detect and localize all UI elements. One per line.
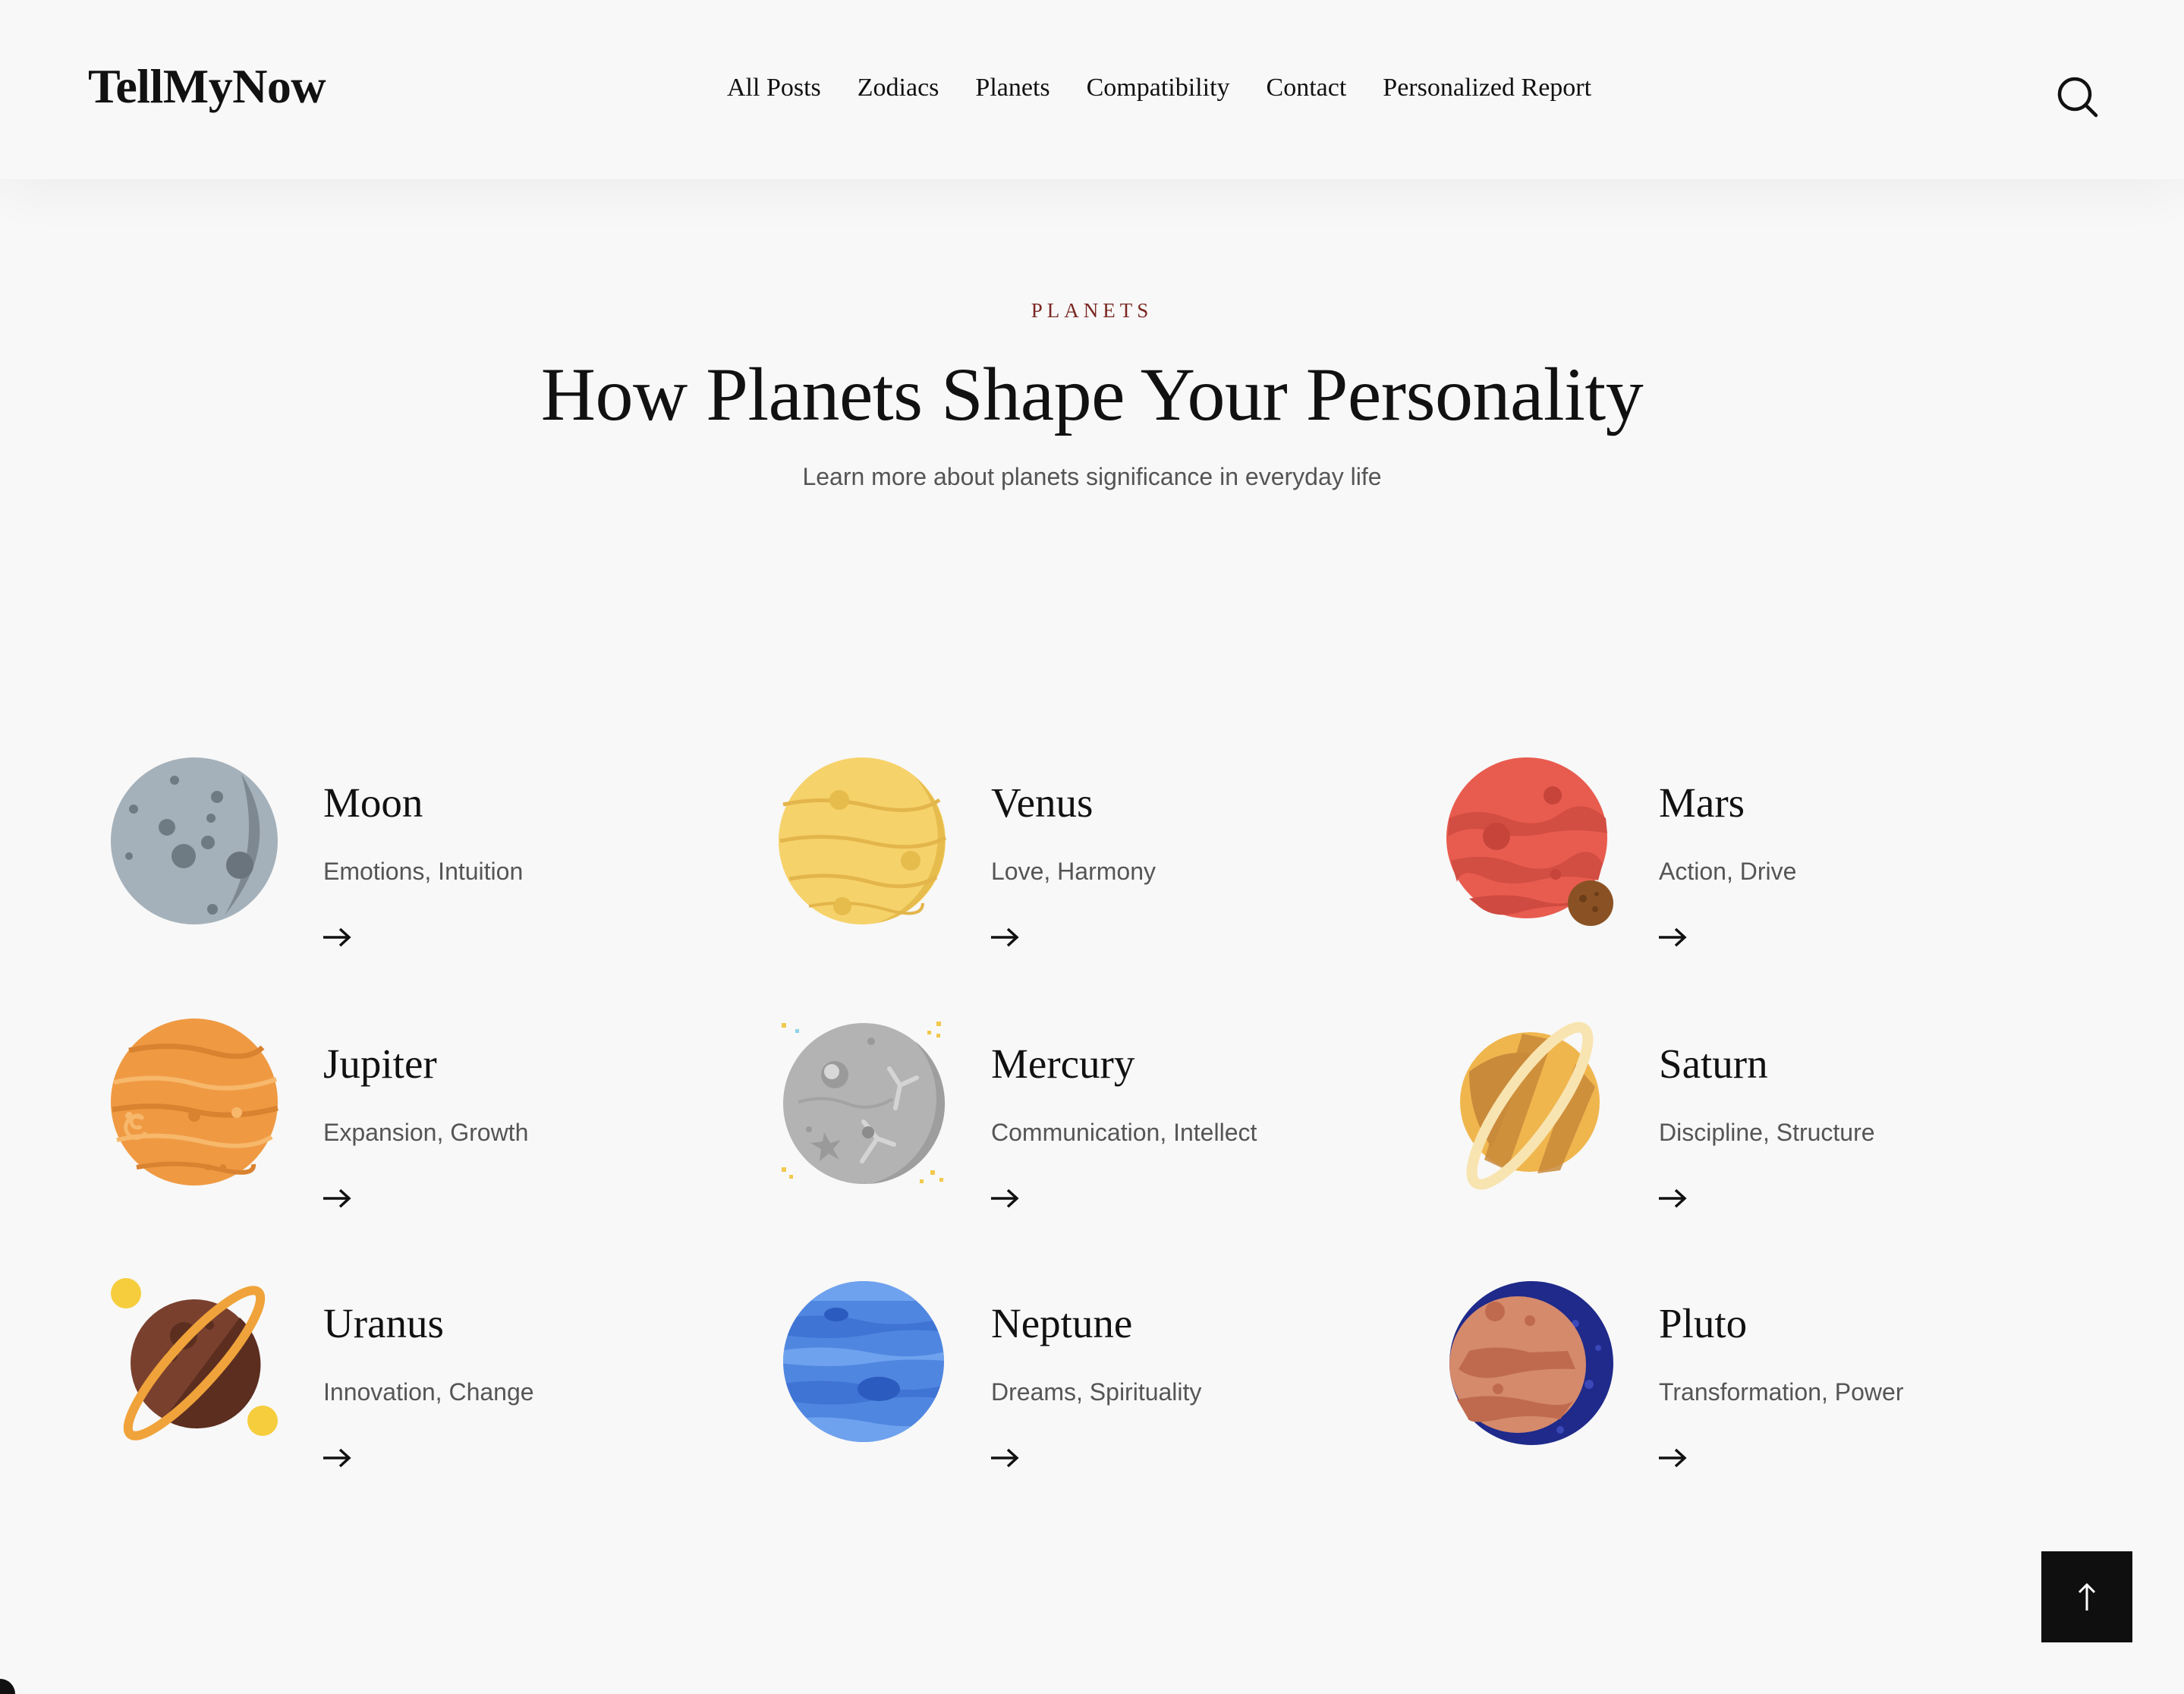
planet-name: Mercury <box>991 1041 1135 1087</box>
planet-traits: Action, Drive <box>1659 858 1797 885</box>
planet-name: Venus <box>991 779 1094 826</box>
planet-traits: Discipline, Structure <box>1659 1119 1875 1146</box>
planet-card-saturn: Saturn Discipline, Structure <box>1446 1019 2069 1246</box>
planet-card-mercury: Mercury Communication, Intellect <box>779 1019 1401 1246</box>
planet-name: Moon <box>323 779 423 826</box>
neptune-icon <box>779 1278 953 1453</box>
mercury-icon <box>779 1019 953 1193</box>
pluto-icon <box>1446 1278 1621 1453</box>
planet-card-neptune: Neptune Dreams, Spirituality <box>779 1278 1401 1506</box>
planet-card-mars: Mars Action, Drive <box>1446 757 2069 985</box>
moon-icon <box>111 757 285 932</box>
arrow-right-icon[interactable] <box>1656 1447 1689 1469</box>
site-header: TellMyNow All Posts Zodiacs Planets Comp… <box>0 0 2184 179</box>
nav-all-posts[interactable]: All Posts <box>727 74 821 102</box>
venus-icon <box>779 757 953 932</box>
planet-name: Neptune <box>991 1300 1133 1346</box>
window-corner <box>0 1679 15 1694</box>
arrow-right-icon[interactable] <box>988 926 1021 949</box>
planet-name: Pluto <box>1659 1300 1748 1346</box>
planet-traits: Innovation, Change <box>323 1378 534 1406</box>
planet-name: Mars <box>1659 779 1745 826</box>
page-title: How Planets Shape Your Personality <box>540 352 1644 436</box>
jupiter-icon <box>111 1019 285 1193</box>
arrow-right-icon[interactable] <box>320 926 354 949</box>
section-eyebrow: PLANETS <box>1031 299 1153 322</box>
nav-personalized-report[interactable]: Personalized Report <box>1383 74 1591 102</box>
arrow-up-icon <box>2078 1582 2096 1611</box>
saturn-icon <box>1446 1019 1621 1193</box>
arrow-right-icon[interactable] <box>988 1187 1021 1210</box>
nav-zodiacs[interactable]: Zodiacs <box>858 74 939 102</box>
planet-card-venus: Venus Love, Harmony <box>779 757 1401 985</box>
nav-compatibility[interactable]: Compatibility <box>1087 74 1230 102</box>
nav-planets[interactable]: Planets <box>975 74 1050 102</box>
planet-card-pluto: Pluto Transformation, Power <box>1446 1278 2069 1506</box>
arrow-right-icon[interactable] <box>320 1187 354 1210</box>
mars-icon <box>1446 757 1621 932</box>
planet-traits: Communication, Intellect <box>991 1119 1257 1146</box>
planet-card-moon: Moon Emotions, Intuition <box>111 757 733 985</box>
main-nav: All Posts Zodiacs Planets Compatibility … <box>727 67 1591 109</box>
arrow-right-icon[interactable] <box>1656 1187 1689 1210</box>
planet-traits: Transformation, Power <box>1659 1378 1904 1406</box>
page-subtitle: Learn more about planets significance in… <box>802 463 1382 490</box>
planet-traits: Dreams, Spirituality <box>991 1378 1202 1406</box>
planet-traits: Expansion, Growth <box>323 1119 529 1146</box>
site-logo[interactable]: TellMyNow <box>88 55 326 118</box>
planet-name: Jupiter <box>323 1041 437 1087</box>
planet-name: Uranus <box>323 1300 444 1346</box>
arrow-right-icon[interactable] <box>988 1447 1021 1469</box>
planet-card-uranus: Uranus Innovation, Change <box>111 1278 733 1506</box>
back-to-top-button[interactable] <box>2041 1551 2132 1642</box>
nav-contact[interactable]: Contact <box>1267 74 1347 102</box>
uranus-icon <box>111 1278 285 1453</box>
planet-traits: Emotions, Intuition <box>323 858 524 885</box>
planet-traits: Love, Harmony <box>991 858 1156 885</box>
arrow-right-icon[interactable] <box>320 1447 354 1469</box>
planet-card-jupiter: Jupiter Expansion, Growth <box>111 1019 733 1246</box>
search-icon[interactable] <box>2053 73 2102 121</box>
planet-name: Saturn <box>1659 1041 1768 1087</box>
arrow-right-icon[interactable] <box>1656 926 1689 949</box>
